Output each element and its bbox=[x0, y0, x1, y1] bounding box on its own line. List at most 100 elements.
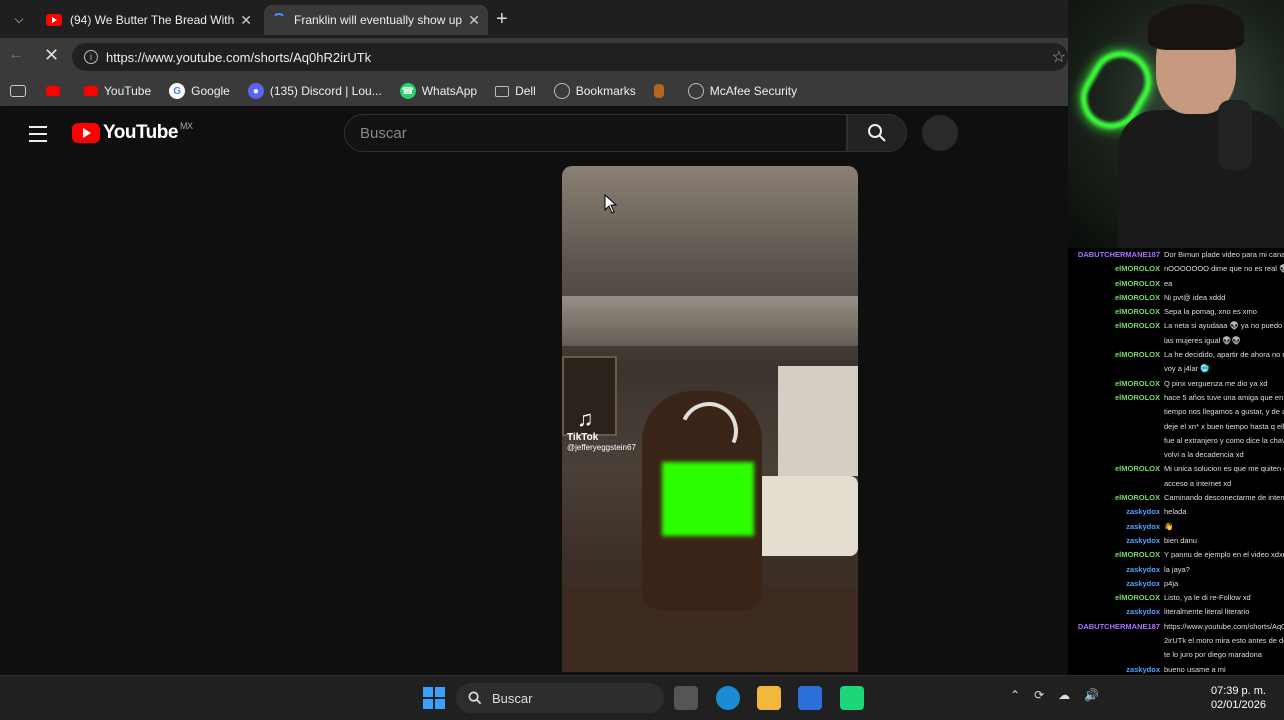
avatar[interactable] bbox=[922, 115, 958, 151]
url-field[interactable]: i https://www.youtube.com/shorts/Aq0hR2i… bbox=[72, 43, 1068, 71]
system-tray: ⌃ ⟳ ☁ 🔊 bbox=[1010, 688, 1099, 702]
bookmark-item[interactable]: YouTube bbox=[84, 84, 151, 98]
bookmark-item[interactable]: G Google bbox=[169, 83, 230, 99]
chat-username[interactable]: elMOROLOX bbox=[1072, 462, 1160, 476]
chat-message: acceso a internet xd bbox=[1072, 477, 1284, 491]
menu-icon[interactable] bbox=[29, 126, 47, 147]
bookmark-item[interactable]: ● (135) Discord | Lou... bbox=[247, 83, 382, 99]
youtube-icon bbox=[84, 86, 98, 96]
chat-message: zaskydox 👋 bbox=[1072, 520, 1284, 534]
chat-username[interactable]: zaskydox bbox=[1072, 520, 1160, 534]
sync-icon[interactable]: ⟳ bbox=[1034, 688, 1044, 702]
tab-franklin-short[interactable]: Franklin will eventually show up to ✕ bbox=[264, 5, 488, 35]
chat-username[interactable]: elMOROLOX bbox=[1072, 377, 1160, 391]
chat-username[interactable]: elMOROLOX bbox=[1072, 491, 1160, 505]
chat-text: helada bbox=[1164, 507, 1187, 517]
chat-text: la jaya? bbox=[1164, 564, 1190, 574]
chat-message: elMOROLOX ea bbox=[1072, 277, 1284, 291]
bookmark-label: Dell bbox=[515, 84, 536, 98]
chat-text: las mujeres igual 👽👽 bbox=[1164, 335, 1242, 345]
tab-title: (94) We Butter The Bread With Bu bbox=[70, 13, 235, 27]
taskbar: Buscar ⌃ ⟳ ☁ 🔊 07:39 p. m. 02/01/2026 bbox=[0, 675, 1284, 720]
chat-message: elMOROLOX Mi unica solucion es que me qui… bbox=[1072, 462, 1284, 476]
chat-username[interactable]: elMOROLOX bbox=[1072, 391, 1160, 405]
store-icon[interactable] bbox=[798, 686, 822, 710]
chat-username[interactable]: zaskydox bbox=[1072, 534, 1160, 548]
browser-window: ⌵ (94) We Butter The Bread With Bu ✕ Fra… bbox=[0, 0, 1068, 675]
start-button[interactable] bbox=[422, 686, 446, 710]
chat-username[interactable]: elMOROLOX bbox=[1072, 291, 1160, 305]
chat-message: zaskydox bien danu bbox=[1072, 534, 1284, 548]
taskbar-search[interactable]: Buscar bbox=[456, 683, 664, 713]
censor-overlay bbox=[662, 462, 754, 536]
chat-message: fue al extranjero y como dice la chavita… bbox=[1072, 434, 1284, 448]
chat-username[interactable]: DABUTCHERMANE187 bbox=[1072, 620, 1160, 634]
tiktok-handle: @jefferyeggstein67 bbox=[567, 443, 636, 452]
chat-username[interactable]: zaskydox bbox=[1072, 663, 1160, 675]
bookmark-item[interactable]: Bookmarks bbox=[553, 83, 636, 99]
chat-username[interactable]: zaskydox bbox=[1072, 605, 1160, 619]
chevron-up-icon[interactable]: ⌃ bbox=[1010, 688, 1020, 702]
youtube-page: YouTube MX Buscar ♫ TikTok @jefferyeggst… bbox=[4, 106, 1068, 672]
bookmark-item[interactable]: McAfee Security bbox=[687, 83, 797, 99]
chat-text: p4ja bbox=[1164, 578, 1179, 588]
bookmark-item[interactable] bbox=[653, 84, 670, 98]
task-view-icon[interactable] bbox=[674, 686, 698, 710]
chat-text: te lo juro por diego maradona bbox=[1164, 650, 1262, 660]
tab-youtube-music[interactable]: (94) We Butter The Bread With Bu ✕ bbox=[38, 5, 260, 35]
address-bar-row: ← ✕ i https://www.youtube.com/shorts/Aq0… bbox=[0, 38, 1068, 76]
extension-icon bbox=[653, 84, 664, 98]
chat-text: literalmente literal literario bbox=[1164, 607, 1250, 617]
chat-username[interactable]: elMOROLOX bbox=[1072, 305, 1160, 319]
site-info-icon[interactable]: i bbox=[84, 50, 98, 64]
bookmark-item[interactable]: ☎ WhatsApp bbox=[399, 83, 478, 99]
vertical-tabs-icon[interactable] bbox=[10, 85, 26, 97]
youtube-logo[interactable]: YouTube MX bbox=[72, 121, 193, 144]
logo-text: YouTube bbox=[103, 122, 178, 143]
new-tab-button[interactable]: + bbox=[496, 8, 508, 31]
chat-message: elMOROLOX Y pannu de ejemplo en el video … bbox=[1072, 548, 1284, 562]
chat-username[interactable]: elMOROLOX bbox=[1072, 591, 1160, 605]
network-icon[interactable]: ☁ bbox=[1058, 688, 1070, 702]
bookmark-label: (135) Discord | Lou... bbox=[269, 84, 382, 98]
chat-username[interactable]: DABUTCHERMANE187 bbox=[1072, 248, 1160, 262]
youtube-icon bbox=[46, 14, 62, 26]
chat-text: 👋 bbox=[1164, 521, 1174, 531]
edge-icon[interactable] bbox=[716, 686, 740, 710]
chat-username[interactable]: elMOROLOX bbox=[1072, 319, 1160, 333]
search-button[interactable] bbox=[847, 114, 907, 152]
url-text: https://www.youtube.com/shorts/Aq0hR2irU… bbox=[106, 49, 372, 65]
clock[interactable]: 07:39 p. m. 02/01/2026 bbox=[1211, 684, 1266, 712]
close-icon[interactable]: ✕ bbox=[240, 12, 252, 29]
chat-text: Ni pvt@ idea xddd bbox=[1164, 292, 1226, 302]
chat-message: DABUTCHERMANE187 Dor Bimun plade video pa… bbox=[1072, 248, 1284, 262]
stop-loading-icon[interactable]: ✕ bbox=[44, 45, 59, 66]
chat-username[interactable]: zaskydox bbox=[1072, 505, 1160, 519]
chat-text: nOOOOOOO dime que no es real 👽 bbox=[1164, 264, 1284, 274]
bookmark-label: WhatsApp bbox=[421, 84, 478, 98]
volume-icon[interactable]: 🔊 bbox=[1084, 688, 1099, 702]
streamer-webcam bbox=[1068, 0, 1284, 248]
bookmark-star-icon[interactable]: ☆ bbox=[1052, 47, 1066, 67]
chat-username[interactable]: elMOROLOX bbox=[1072, 548, 1160, 562]
tiktok-watermark: ♫ TikTok @jefferyeggstein67 bbox=[567, 406, 636, 452]
app-icon[interactable] bbox=[840, 686, 864, 710]
back-arrow-icon[interactable]: ← bbox=[8, 46, 24, 64]
chat-username[interactable]: elMOROLOX bbox=[1072, 348, 1160, 362]
chat-username[interactable]: elMOROLOX bbox=[1072, 277, 1160, 291]
chat-username[interactable]: zaskydox bbox=[1072, 577, 1160, 591]
file-explorer-icon[interactable] bbox=[757, 686, 781, 710]
bookmark-item[interactable] bbox=[46, 86, 66, 96]
chat-text: deje el xn* x buen tiempo hasta q ella s… bbox=[1164, 421, 1284, 431]
chat-text: ea bbox=[1164, 278, 1173, 288]
tab-list-button[interactable]: ⌵ bbox=[8, 8, 30, 30]
close-icon[interactable]: ✕ bbox=[468, 12, 480, 29]
chat-username[interactable]: elMOROLOX bbox=[1072, 262, 1160, 276]
shorts-video-player[interactable]: ♫ TikTok @jefferyeggstein67 bbox=[562, 166, 858, 672]
search-input[interactable]: Buscar bbox=[344, 114, 847, 152]
chat-username[interactable]: zaskydox bbox=[1072, 563, 1160, 577]
region-code: MX bbox=[179, 121, 193, 131]
chat-message: deje el xn* x buen tiempo hasta q ella s… bbox=[1072, 420, 1284, 434]
bookmark-item[interactable]: Dell bbox=[495, 84, 536, 98]
youtube-icon bbox=[72, 123, 100, 143]
